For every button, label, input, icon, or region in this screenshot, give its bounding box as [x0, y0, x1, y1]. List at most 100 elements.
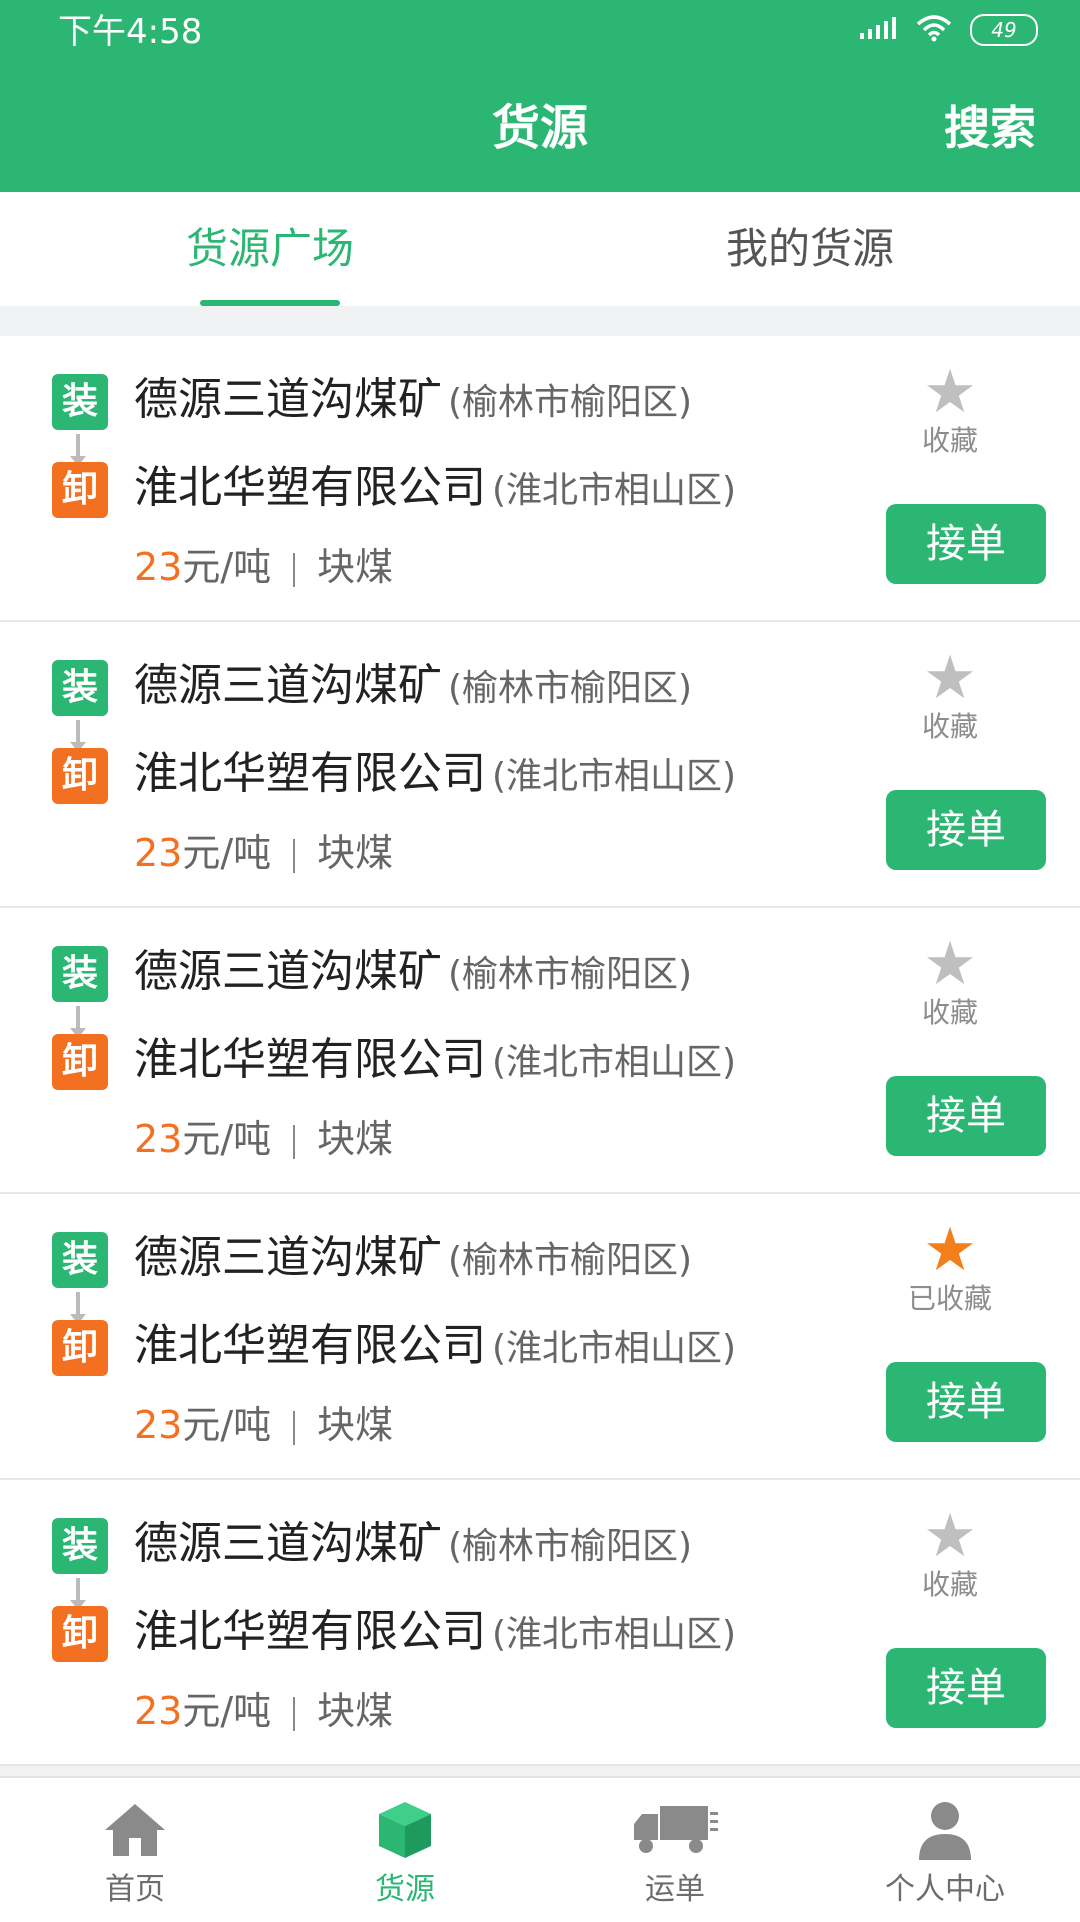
destination-row: 淮北华塑有限公司 (淮北市相山区): [134, 460, 736, 519]
cargo-type: 块煤: [317, 1689, 394, 1733]
cargo-card[interactable]: 装 卸 德源三道沟煤矿 (榆林市榆阳区) 淮北华塑有限公司 (淮北市相山区) 23元…: [0, 1194, 1080, 1480]
nav-profile-label: 个人中心: [885, 1872, 1005, 1907]
tab-cargo-square[interactable]: 货源广场: [0, 192, 540, 306]
destination-name: 淮北华塑有限公司: [134, 748, 486, 799]
destination-name: 淮北华塑有限公司: [134, 1606, 486, 1657]
favorite-toggle[interactable]: ★ 收藏: [890, 360, 1010, 458]
destination-area: (淮北市相山区): [492, 1614, 737, 1655]
accept-order-button[interactable]: 接单: [886, 504, 1046, 584]
page-title: 货源: [491, 100, 588, 156]
cargo-card[interactable]: 装 卸 德源三道沟煤矿 (榆林市榆阳区) 淮北华塑有限公司 (淮北市相山区) 23元…: [0, 336, 1080, 622]
battery-icon: 49: [970, 14, 1038, 46]
bottom-nav: 首页 货源 运单 个人中心: [0, 1776, 1080, 1922]
down-arrow-icon: [70, 1006, 86, 1038]
nav-profile[interactable]: 个人中心: [810, 1778, 1080, 1922]
unload-badge: 卸: [52, 748, 108, 804]
destination-row: 淮北华塑有限公司 (淮北市相山区): [134, 1318, 736, 1377]
price-value: 23: [134, 1403, 183, 1447]
down-arrow-icon: [70, 1578, 86, 1610]
star-icon: ★: [923, 643, 977, 713]
cargo-type: 块煤: [317, 1117, 394, 1161]
down-arrow-icon: [70, 720, 86, 752]
favorite-label: 收藏: [921, 424, 978, 457]
favorite-label: 收藏: [921, 996, 978, 1029]
origin-row: 德源三道沟煤矿 (榆林市榆阳区): [134, 1516, 692, 1575]
down-arrow-icon: [70, 434, 86, 466]
origin-area: (榆林市榆阳区): [448, 382, 693, 423]
favorite-toggle[interactable]: ★ 收藏: [890, 646, 1010, 744]
nav-home-label: 首页: [105, 1872, 165, 1907]
price-row: 23元/吨 块煤: [134, 542, 393, 592]
load-badge: 装: [52, 374, 108, 430]
status-bar: 下午4:58 49: [0, 0, 1080, 64]
divider: [293, 1124, 296, 1159]
unload-badge: 卸: [52, 1034, 108, 1090]
price-row: 23元/吨 块煤: [134, 1686, 393, 1736]
user-icon: [810, 1790, 1080, 1870]
origin-name: 德源三道沟煤矿: [134, 1518, 442, 1569]
unload-badge: 卸: [52, 1320, 108, 1376]
accept-order-button[interactable]: 接单: [886, 790, 1046, 870]
origin-name: 德源三道沟煤矿: [134, 374, 442, 425]
tab-bar: 货源广场 我的货源: [0, 192, 1080, 306]
signal-icon: [858, 15, 898, 45]
accept-order-button[interactable]: 接单: [886, 1362, 1046, 1442]
load-badge: 装: [52, 660, 108, 716]
destination-name: 淮北华塑有限公司: [134, 1320, 486, 1371]
origin-row: 德源三道沟煤矿 (榆林市榆阳区): [134, 944, 692, 1003]
status-icons: 49: [858, 14, 1038, 46]
favorite-label: 收藏: [921, 710, 978, 743]
destination-row: 淮北华塑有限公司 (淮北市相山区): [134, 1032, 736, 1091]
cargo-card[interactable]: 装 卸 德源三道沟煤矿 (榆林市榆阳区) 淮北华塑有限公司 (淮北市相山区) 23元…: [0, 622, 1080, 908]
unload-badge: 卸: [52, 1606, 108, 1662]
origin-area: (榆林市榆阳区): [448, 1240, 693, 1281]
nav-waybill-label: 运单: [645, 1872, 705, 1907]
price-value: 23: [134, 1117, 183, 1161]
cargo-card[interactable]: 装 卸 德源三道沟煤矿 (榆林市榆阳区) 淮北华塑有限公司 (淮北市相山区) 23元…: [0, 908, 1080, 1194]
cargo-type: 块煤: [317, 545, 394, 589]
destination-area: (淮北市相山区): [492, 756, 737, 797]
search-button[interactable]: 搜索: [944, 98, 1036, 158]
divider: [293, 1696, 296, 1731]
favorite-label: 已收藏: [907, 1282, 992, 1315]
load-badge: 装: [52, 1232, 108, 1288]
star-filled-icon: ★: [923, 1215, 977, 1285]
origin-area: (榆林市榆阳区): [448, 1526, 693, 1567]
origin-area: (榆林市榆阳区): [448, 668, 693, 709]
destination-row: 淮北华塑有限公司 (淮北市相山区): [134, 1604, 736, 1663]
nav-home[interactable]: 首页: [0, 1778, 270, 1922]
cargo-type: 块煤: [317, 831, 394, 875]
favorite-toggle[interactable]: ★ 收藏: [890, 1504, 1010, 1602]
price-row: 23元/吨 块煤: [134, 1400, 393, 1450]
truck-icon: [540, 1790, 810, 1870]
origin-row: 德源三道沟煤矿 (榆林市榆阳区): [134, 658, 692, 717]
nav-waybill[interactable]: 运单: [540, 1778, 810, 1922]
accept-order-button[interactable]: 接单: [886, 1076, 1046, 1156]
origin-name: 德源三道沟煤矿: [134, 1232, 442, 1283]
status-time: 下午4:58: [58, 12, 203, 52]
favorite-toggle[interactable]: ★ 收藏: [890, 932, 1010, 1030]
favorite-label: 收藏: [921, 1568, 978, 1601]
favorite-toggle[interactable]: ★ 已收藏: [890, 1218, 1010, 1316]
destination-area: (淮北市相山区): [492, 470, 737, 511]
price-value: 23: [134, 545, 183, 589]
origin-name: 德源三道沟煤矿: [134, 946, 442, 997]
price-row: 23元/吨 块煤: [134, 1114, 393, 1164]
down-arrow-icon: [70, 1292, 86, 1324]
destination-name: 淮北华塑有限公司: [134, 462, 486, 513]
destination-area: (淮北市相山区): [492, 1042, 737, 1083]
price-unit: 元/吨: [182, 1403, 272, 1447]
nav-cargo[interactable]: 货源: [270, 1778, 540, 1922]
accept-order-button[interactable]: 接单: [886, 1648, 1046, 1728]
price-unit: 元/吨: [182, 831, 272, 875]
load-badge: 装: [52, 946, 108, 1002]
cargo-list: 装 卸 德源三道沟煤矿 (榆林市榆阳区) 淮北华塑有限公司 (淮北市相山区) 23元…: [0, 336, 1080, 1766]
destination-name: 淮北华塑有限公司: [134, 1034, 486, 1085]
price-value: 23: [134, 1689, 183, 1733]
cargo-box-icon: [270, 1790, 540, 1870]
destination-row: 淮北华塑有限公司 (淮北市相山区): [134, 746, 736, 805]
cargo-card[interactable]: 装 卸 德源三道沟煤矿 (榆林市榆阳区) 淮北华塑有限公司 (淮北市相山区) 23元…: [0, 1480, 1080, 1766]
tab-my-cargo[interactable]: 我的货源: [540, 192, 1080, 306]
wifi-icon: [916, 14, 952, 46]
origin-area: (榆林市榆阳区): [448, 954, 693, 995]
